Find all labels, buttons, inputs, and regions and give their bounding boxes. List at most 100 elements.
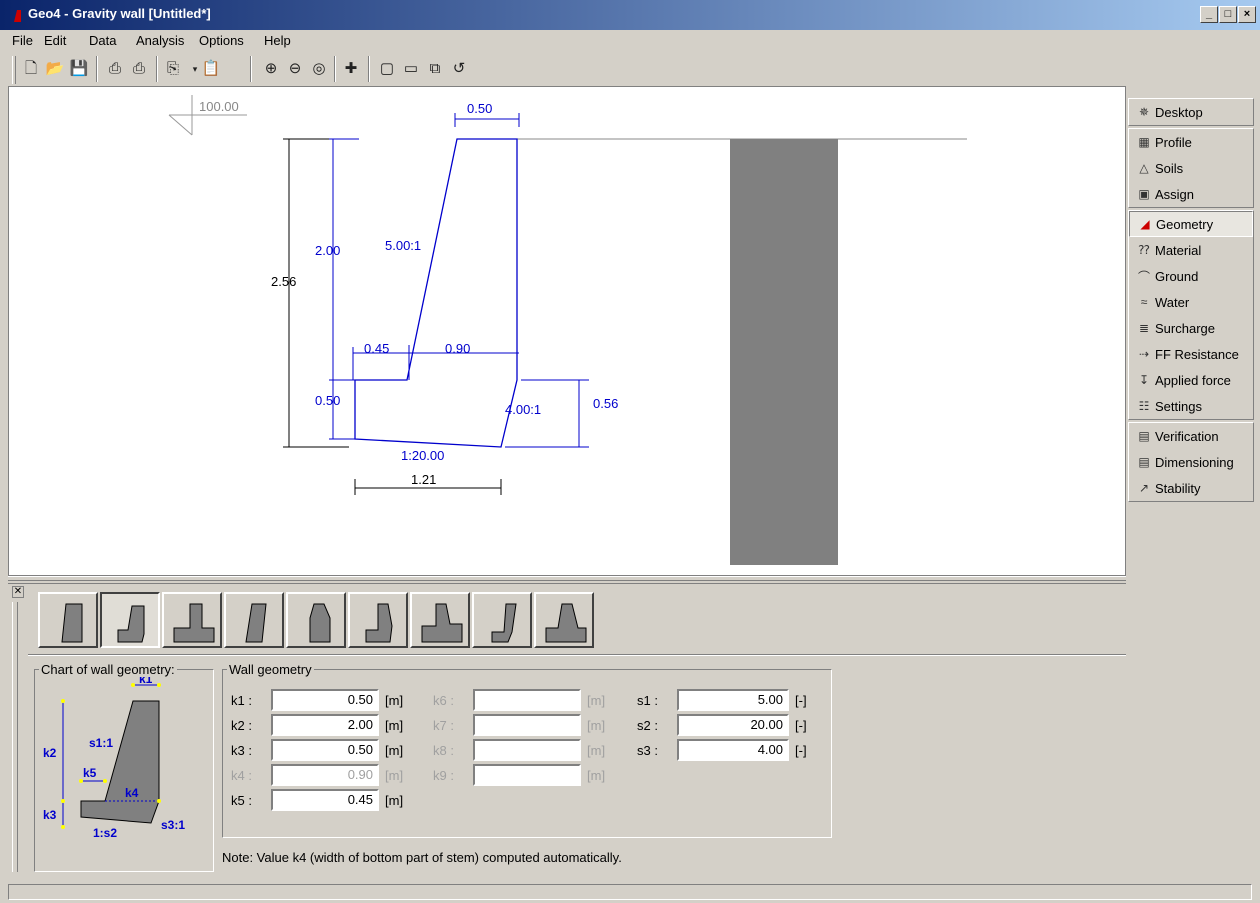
menu-options[interactable]: Options [199, 33, 244, 48]
wall-shape-9[interactable] [534, 592, 594, 648]
diagram-label-k3: k3 [43, 808, 57, 822]
field-k2: k2 :2.00 [m] [231, 714, 415, 736]
ground-icon: ⌒ [1137, 269, 1150, 284]
sidebar-item-water[interactable]: ≈ Water [1129, 289, 1253, 315]
dimensioning-icon: ▤ [1138, 455, 1150, 469]
panel-splitter[interactable] [8, 576, 1126, 584]
toolbar: 🗋 📂 💾 ⎙ ⎙ ⎘ ▾ 📋 ⊕ ⊖ ◎ ✚ ▢ ▭ ⧉ ↺ [10, 54, 510, 84]
k8-input [473, 739, 581, 761]
wall-shape-6[interactable] [348, 592, 408, 648]
field-k1: k1 :0.50 [m] [231, 689, 415, 711]
sidebar-item-ground[interactable]: ⌒ Ground [1129, 263, 1253, 289]
wall-shape-5[interactable] [286, 592, 346, 648]
diagram-label-s1: s1:1 [89, 736, 113, 750]
sidebar-item-verification[interactable]: ▤ Verification [1129, 423, 1253, 449]
wall-drawing: 100.00 0.50 2.00 0.50 0.45 0.90 5.00:1 4… [168, 95, 967, 565]
menu-data[interactable]: Data [89, 33, 116, 48]
status-bar [8, 884, 1252, 900]
save-icon[interactable]: 💾 [68, 58, 90, 80]
geometry-legend: Wall geometry [229, 662, 312, 677]
new-icon[interactable]: 🗋 [20, 58, 42, 80]
frame-icon[interactable]: ▢ [376, 58, 398, 80]
title-bar: Geo4 - Gravity wall [Untitled*] _ □ × [0, 0, 1260, 30]
print-preview-icon[interactable]: ⎙ [128, 58, 150, 80]
field-k4: k4 :0.90 [m] [231, 764, 415, 786]
panel-close-icon[interactable]: ✕ [12, 586, 24, 598]
k5-input[interactable]: 0.45 [271, 789, 379, 811]
computation-note: Note: Value k4 (width of bottom part of … [222, 850, 622, 865]
assign-icon: ▣ [1138, 187, 1150, 201]
zoom-out-icon[interactable]: ⊖ [284, 58, 306, 80]
diagram-label-k2: k2 [43, 746, 57, 760]
menu-edit[interactable]: Edit [44, 33, 66, 48]
sidebar-item-applied-force[interactable]: ↧ Applied force [1129, 367, 1253, 393]
dim-back-height: 0.56 [593, 396, 618, 411]
wall-shape-1[interactable] [38, 592, 98, 648]
window-title: Geo4 - Gravity wall [Untitled*] [28, 6, 211, 21]
sidebar-item-profile[interactable]: ▦ Profile [1129, 129, 1253, 155]
diagram-label-k1: k1 [139, 677, 153, 686]
panel-grip[interactable] [12, 602, 18, 872]
material-icon: ⁇ [1138, 243, 1150, 257]
close-button[interactable]: × [1238, 6, 1256, 23]
k4-input: 0.90 [271, 764, 379, 786]
sidebar-item-soils[interactable]: △ Soils [1129, 155, 1253, 181]
sidebar-item-ff-resistance[interactable]: ⇢ FF Resistance [1129, 341, 1253, 367]
zoom-in-icon[interactable]: ⊕ [260, 58, 282, 80]
field-k8: k8 : [m] [433, 739, 617, 761]
field-k9: k9 : [m] [433, 764, 617, 786]
menu-analysis[interactable]: Analysis [136, 33, 184, 48]
k2-input[interactable]: 2.00 [271, 714, 379, 736]
wall-outline [354, 138, 518, 448]
k9-input [473, 764, 581, 786]
dim-back-slope: 4.00:1 [505, 402, 541, 417]
s3-input[interactable]: 4.00 [677, 739, 789, 761]
field-k3: k3 :0.50 [m] [231, 739, 415, 761]
sidebar-item-assign[interactable]: ▣ Assign [1129, 181, 1253, 207]
drawing-canvas[interactable]: 100.00 0.50 2.00 0.50 0.45 0.90 5.00:1 4… [8, 86, 1126, 576]
k3-input[interactable]: 0.50 [271, 739, 379, 761]
wall-shape-2[interactable] [100, 592, 160, 648]
sidebar-item-material[interactable]: ⁇ Material [1129, 237, 1253, 263]
sidebar-item-desktop[interactable]: ✵ Desktop [1129, 99, 1253, 125]
sidebar: ✵ Desktop ▦ Profile △ Soils ▣ Assign ◢ Geomet… [1128, 98, 1254, 522]
pan-icon[interactable]: ✚ [340, 58, 362, 80]
field-k6: k6 : [m] [433, 689, 617, 711]
sidebar-item-dimensioning[interactable]: ▤ Dimensioning [1129, 449, 1253, 475]
desktop-icon: ✵ [1138, 105, 1150, 119]
zoom-window-icon[interactable]: ⧉ [424, 58, 446, 80]
print-icon[interactable]: ⎙ [104, 58, 126, 80]
sidebar-item-settings[interactable]: ☷ Settings [1129, 393, 1253, 419]
zoom-fit-icon[interactable]: ◎ [308, 58, 330, 80]
dim-front-slope: 5.00:1 [385, 238, 421, 253]
maximize-button[interactable]: □ [1219, 6, 1237, 23]
chart-legend: Chart of wall geometry: [41, 662, 175, 677]
frame-small-icon[interactable]: ▭ [400, 58, 422, 80]
sidebar-item-surcharge[interactable]: ≣ Surcharge [1129, 315, 1253, 341]
s2-input[interactable]: 20.00 [677, 714, 789, 736]
diagram-label-s2: 1:s2 [93, 826, 117, 840]
wall-shape-7[interactable] [410, 592, 470, 648]
copy-icon[interactable]: ⎘ [162, 58, 184, 80]
zoom-previous-icon[interactable]: ↺ [448, 58, 470, 80]
menu-file[interactable]: File [12, 33, 33, 48]
k1-input[interactable]: 0.50 [271, 689, 379, 711]
dim-k4: 0.90 [445, 341, 470, 356]
wall-shape-4[interactable] [224, 592, 284, 648]
menu-help[interactable]: Help [264, 33, 291, 48]
water-icon: ≈ [1140, 295, 1148, 309]
wall-shape-3[interactable] [162, 592, 222, 648]
k6-input [473, 689, 581, 711]
diagram-label-k5: k5 [83, 766, 97, 780]
s1-input[interactable]: 5.00 [677, 689, 789, 711]
soils-icon: △ [1139, 161, 1149, 175]
menu-bar: File Edit Data Analysis Options Help [0, 30, 1260, 52]
paste-icon[interactable]: 📋 [200, 58, 222, 80]
open-icon[interactable]: 📂 [44, 58, 66, 80]
wall-shape-8[interactable] [472, 592, 532, 648]
minimize-button[interactable]: _ [1200, 6, 1218, 23]
sidebar-item-geometry[interactable]: ◢ Geometry [1129, 211, 1253, 237]
dim-base-width: 1.21 [411, 472, 436, 487]
dim-k2: 2.00 [315, 243, 340, 258]
sidebar-item-stability[interactable]: ↗ Stability [1129, 475, 1253, 501]
